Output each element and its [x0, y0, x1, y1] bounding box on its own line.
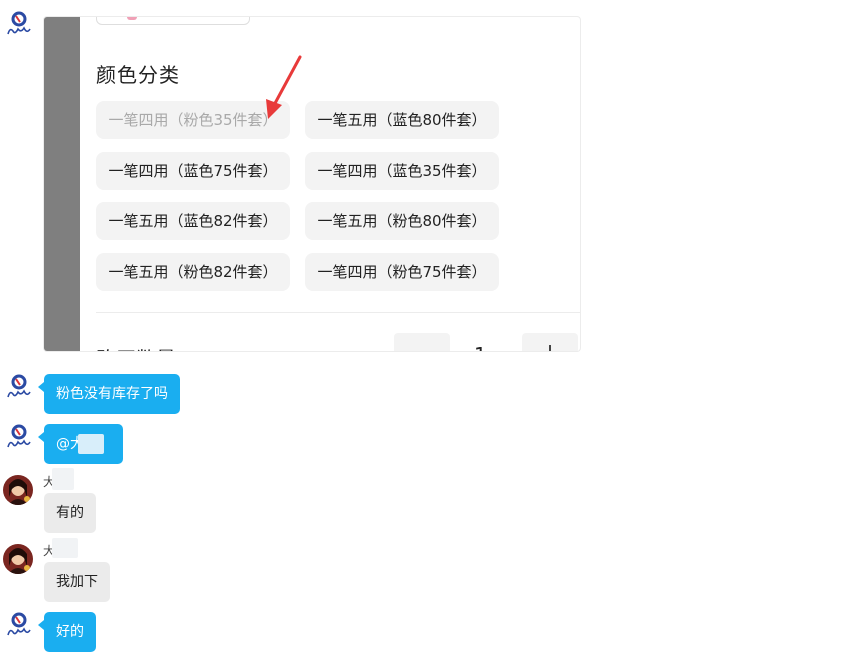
color-option-5: 一笔五用（蓝色82件套） [96, 202, 290, 240]
quantity-label: 购买数量 [96, 343, 176, 351]
shop-avatar[interactable] [4, 10, 34, 40]
brand-logo-icon [7, 11, 31, 35]
message-bubble[interactable]: 粉色没有库存了吗 [38, 374, 180, 414]
red-arrow-icon [266, 55, 302, 119]
color-option-2: 一笔五用（蓝色80件套） [305, 101, 499, 139]
screenshot-divider [96, 312, 580, 313]
brand-logo-icon [7, 374, 31, 398]
color-option-1: 一笔四用（粉色35件套） [96, 101, 290, 139]
chat-window: 颜色分类 一笔四用（粉色35件套） 一笔五用（蓝色80件套） 一笔四用（蓝色75… [0, 0, 859, 670]
message-bubble[interactable]: 好的 [38, 612, 96, 652]
redacted-name [52, 468, 74, 490]
user-avatar[interactable] [3, 475, 33, 505]
color-option-7: 一笔五用（粉色82件套） [96, 253, 290, 291]
user-photo-avatar [3, 475, 33, 505]
color-option-8: 一笔四用（粉色75件套） [305, 253, 499, 291]
brand-logo-icon [7, 612, 31, 636]
color-category-title: 颜色分类 [96, 63, 180, 87]
quantity-minus-button [394, 333, 450, 351]
color-option-3: 一笔四用（蓝色75件套） [96, 152, 290, 190]
redacted-name [78, 434, 104, 454]
screenshot-left-bar [44, 17, 80, 351]
screenshot-top-chip [96, 17, 250, 25]
message-bubble[interactable]: @大 [38, 424, 123, 464]
quantity-value: 1 [474, 343, 487, 351]
color-option-6: 一笔五用（粉色80件套） [305, 202, 499, 240]
shop-avatar[interactable] [4, 423, 34, 453]
shared-product-screenshot[interactable]: 颜色分类 一笔四用（粉色35件套） 一笔五用（蓝色80件套） 一笔四用（蓝色75… [43, 16, 581, 352]
shop-avatar[interactable] [4, 373, 34, 403]
user-avatar[interactable] [3, 544, 33, 574]
brand-logo-icon [7, 424, 31, 448]
quantity-plus-button [522, 333, 578, 351]
user-photo-avatar [3, 544, 33, 574]
redacted-name [52, 538, 78, 558]
message-bubble[interactable]: 有的 [44, 493, 96, 533]
color-option-4: 一笔四用（蓝色35件套） [305, 152, 499, 190]
shop-avatar[interactable] [4, 611, 34, 641]
message-bubble[interactable]: 我加下 [44, 562, 110, 602]
